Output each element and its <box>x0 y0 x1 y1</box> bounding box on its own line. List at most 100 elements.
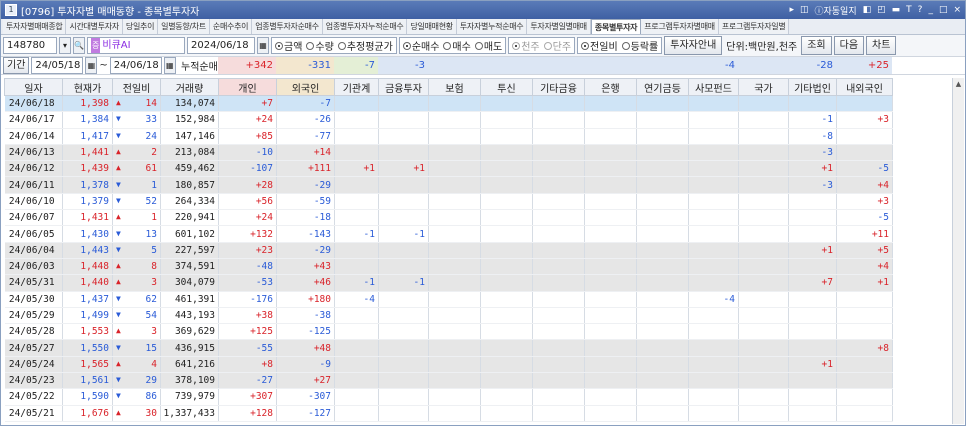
table-cell: -27 <box>218 372 277 390</box>
link-icon[interactable]: ◧ <box>863 5 872 15</box>
table-row[interactable]: 24/06/11 1,378 ▼ 1 180,857 +28 -29 -3 +4 <box>4 176 893 194</box>
column-header[interactable]: 기타금융 <box>532 78 585 96</box>
table-row[interactable]: 24/06/13 1,441 ▲ 2 213,084 -10 +14 -3 <box>4 144 893 162</box>
table-row[interactable]: 24/06/17 1,384 ▼ 33 152,984 +24 -26 -1 +3 <box>4 111 893 129</box>
date-input[interactable]: 2024/06/18 <box>187 37 255 54</box>
dropdown-arrow-icon[interactable]: ▾ <box>59 37 71 54</box>
investor-guide-button[interactable]: 투자자안내 <box>664 36 723 55</box>
table-row[interactable]: 24/06/04 1,443 ▼ 5 227,597 +23 -29 +1 +5 <box>4 242 893 259</box>
column-header[interactable]: 금융투자 <box>378 78 429 96</box>
table-row[interactable]: 24/05/29 1,499 ▼ 54 443,193 +38 -38 <box>4 307 893 325</box>
change-cell: ▲ 2 <box>112 144 161 162</box>
column-header[interactable]: 일자 <box>4 78 63 96</box>
table-cell <box>334 128 379 145</box>
table-row[interactable]: 24/05/30 1,437 ▼ 62 461,391 -176 +180 -4 -4 <box>4 291 893 308</box>
radio-amount[interactable]: 금액 <box>275 38 302 53</box>
table-row[interactable]: 24/06/05 1,430 ▼ 13 601,102 +132 -143 -1 -1 +11 <box>4 225 893 243</box>
tab-7[interactable]: 당일매매현황 <box>407 19 457 34</box>
table-cell <box>532 291 585 308</box>
query-button[interactable]: 조회 <box>801 36 832 55</box>
column-header[interactable]: 전일비 <box>112 78 161 96</box>
minimize-icon[interactable]: _ <box>928 5 933 15</box>
column-header[interactable]: 보험 <box>428 78 481 96</box>
tab-9[interactable]: 투자자별일별매매 <box>527 19 591 34</box>
vertical-scrollbar[interactable]: ▲ <box>952 78 964 424</box>
table-row[interactable]: 24/05/28 1,553 ▲ 3 369,629 +125 -125 <box>4 323 893 341</box>
table-row[interactable]: 24/06/10 1,379 ▼ 52 264,334 +56 -59 +3 <box>4 193 893 211</box>
maximize-icon[interactable]: □ <box>939 5 948 15</box>
table-cell: 24/05/27 <box>4 339 63 357</box>
auto-journal-button[interactable]: ⓘ자동일지 <box>814 4 856 17</box>
table-cell: -176 <box>218 291 277 308</box>
font-icon[interactable]: T <box>906 5 912 15</box>
column-header[interactable]: 기타법인 <box>788 78 837 96</box>
table-row[interactable]: 24/05/23 1,561 ▼ 29 378,109 -27 +27 <box>4 372 893 390</box>
column-header[interactable]: 기관계 <box>334 78 379 96</box>
table-row[interactable]: 24/05/22 1,590 ▼ 86 739,979 +307 -307 <box>4 388 893 406</box>
close-icon[interactable]: × <box>953 5 961 15</box>
calendar-icon[interactable]: ▦ <box>85 57 98 74</box>
table-row[interactable]: 24/06/12 1,439 ▲ 61 459,462 -107 +111 +1 +1 +1 -5 <box>4 160 893 178</box>
table-row[interactable]: 24/06/03 1,448 ▲ 8 374,591 -48 +43 +4 <box>4 258 893 276</box>
stock-code-input[interactable]: 148780 <box>3 37 57 54</box>
scroll-up-icon[interactable]: ▲ <box>953 78 964 90</box>
table-cell <box>636 307 689 325</box>
help-icon[interactable]: ? <box>918 5 923 15</box>
table-cell: 24/05/30 <box>4 291 63 308</box>
table-row[interactable]: 24/05/21 1,676 ▲ 30 1,337,433 +128 -127 <box>4 405 893 422</box>
pin-icon[interactable]: ▬ <box>892 5 901 15</box>
column-header[interactable]: 투신 <box>480 78 533 96</box>
table-row[interactable]: 24/05/27 1,550 ▼ 15 436,915 -55 +48 +8 <box>4 339 893 357</box>
table-row[interactable]: 24/05/24 1,565 ▲ 4 641,216 +8 -9 +1 <box>4 356 893 374</box>
radio-sell[interactable]: 매도 <box>474 38 502 53</box>
tab-6[interactable]: 업종별투자자누적순매수 <box>322 19 408 34</box>
column-header[interactable]: 외국인 <box>276 78 335 96</box>
column-header[interactable]: 거래량 <box>160 78 219 96</box>
column-header[interactable]: 사모펀드 <box>688 78 739 96</box>
radio-prev[interactable]: 전일비 <box>581 38 618 53</box>
radio-icon <box>543 41 552 50</box>
period-to-input[interactable]: 24/06/18 <box>109 57 162 74</box>
column-header[interactable]: 현재가 <box>62 78 113 96</box>
column-header[interactable]: 연기금등 <box>636 78 689 96</box>
table-cell: +1 <box>788 242 837 259</box>
copy-icon[interactable]: ◰ <box>877 5 886 15</box>
search-icon[interactable]: 🔍 <box>73 37 85 54</box>
table-row[interactable]: 24/06/07 1,431 ▲ 1 220,941 +24 -18 -5 <box>4 209 893 227</box>
play-icon[interactable]: ▸ <box>789 5 794 15</box>
tab-2[interactable]: 당일추이 <box>122 19 159 34</box>
calendar-icon[interactable]: ▦ <box>257 37 269 54</box>
table-row[interactable]: 24/06/18 1,398 ▲ 14 134,074 +7 -7 <box>4 95 893 113</box>
chart-button[interactable]: 차트 <box>866 36 897 55</box>
up-triangle-icon: ▲ <box>116 98 121 108</box>
next-button[interactable]: 다음 <box>833 36 865 55</box>
change-cell: ▼ 62 <box>112 291 161 308</box>
table-cell: 24/05/21 <box>4 405 63 422</box>
table-cell: +7 <box>788 274 837 292</box>
period-from-input[interactable]: 24/05/18 <box>31 57 84 74</box>
table-row[interactable]: 24/05/31 1,440 ▲ 3 304,079 -53 +46 -1 -1 +7 +1 <box>4 274 893 292</box>
table-cell: +1 <box>836 274 893 292</box>
layout-icon[interactable]: ◫ <box>800 5 809 15</box>
radio-rate[interactable]: 등락률 <box>621 38 658 53</box>
radio-avg[interactable]: 추정평균가 <box>337 38 393 53</box>
column-header[interactable]: 국가 <box>738 78 789 96</box>
column-header[interactable]: 은행 <box>584 78 637 96</box>
tab-12[interactable]: 프로그램투자자일별 <box>718 19 790 34</box>
stock-name-field[interactable]: 증 비큐AI <box>87 37 185 54</box>
tab-3[interactable]: 일별동향/차트 <box>158 19 210 34</box>
tab-10[interactable]: 종목별투자자 <box>590 19 642 34</box>
table-row[interactable]: 24/06/14 1,417 ▼ 24 147,146 +85 -77 -8 <box>4 128 893 145</box>
column-header[interactable]: 내외국인 <box>836 78 893 96</box>
tab-8[interactable]: 투자자별누적순매수 <box>456 19 528 34</box>
column-header[interactable]: 개인 <box>218 78 277 96</box>
radio-net[interactable]: 순매수 <box>402 38 439 53</box>
tab-0[interactable]: 투자자별매매종합 <box>3 19 67 34</box>
radio-buy[interactable]: 매수 <box>443 38 471 53</box>
tab-4[interactable]: 순매수추이 <box>209 19 253 34</box>
tab-11[interactable]: 프로그램투자자별매매 <box>641 19 719 34</box>
tab-5[interactable]: 업종별투자자순매수 <box>252 19 323 34</box>
tab-1[interactable]: 시간대별투자자 <box>66 19 123 34</box>
radio-qty[interactable]: 수량 <box>306 38 334 53</box>
title-controls: ▸ ◫ ⓘ자동일지 ◧ ◰ ▬ T ? _ □ × <box>789 4 961 17</box>
